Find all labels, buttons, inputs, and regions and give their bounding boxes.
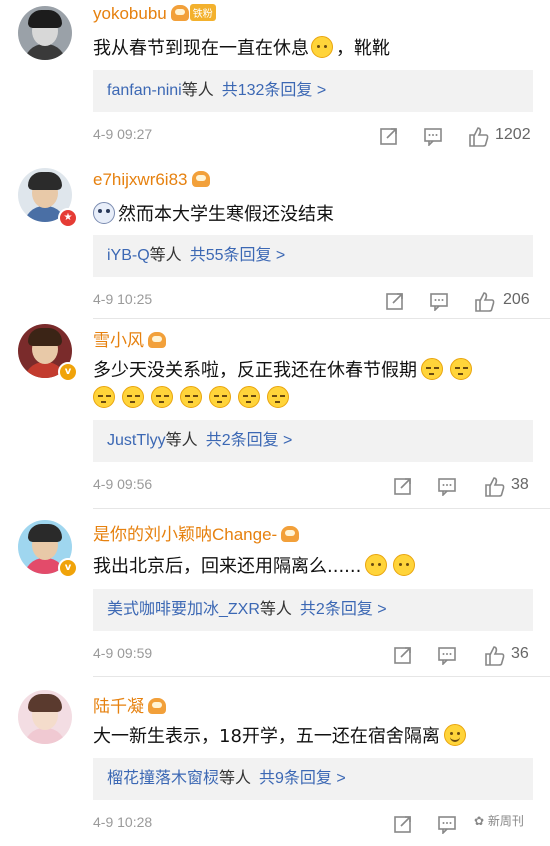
bored-emoji-icon <box>421 358 443 380</box>
timestamp: 4-9 10:25 <box>93 291 153 307</box>
comment-text: 多少天没关系啦，反正我还在休春节假期 <box>93 356 475 382</box>
like-count: 36 <box>511 645 529 662</box>
fan-badge: 铁粉 <box>189 4 216 21</box>
like-icon[interactable] <box>483 476 505 498</box>
comment-text: 大一新生表示，18开学，五一还在宿舍隔离 <box>93 722 469 748</box>
vip-crown-icon <box>148 698 166 714</box>
bored-emoji-icon <box>238 386 260 408</box>
reply-summary[interactable]: iYB-Q等人 共55条回复 > <box>93 235 533 277</box>
bored-emoji-icon <box>209 386 231 408</box>
face-emoji-icon <box>93 202 115 224</box>
thinking-emoji-icon <box>393 554 416 576</box>
username[interactable]: yokobubu 铁粉 <box>93 4 216 24</box>
verified-badge-icon: v <box>58 558 78 578</box>
reply-summary[interactable]: fanfan-nini等人 共132条回复 > <box>93 70 533 112</box>
username[interactable]: 陆千凝 <box>93 692 166 717</box>
like-icon[interactable] <box>467 126 489 148</box>
avatar[interactable] <box>18 6 72 60</box>
vip-crown-icon <box>148 332 166 348</box>
like-count: 1202 <box>495 126 531 143</box>
reply-summary[interactable]: 美式咖啡要加冰_ZXR等人 共2条回复 > <box>93 589 533 631</box>
timestamp: 4-9 09:59 <box>93 645 153 661</box>
timestamp: 4-9 09:27 <box>93 126 153 142</box>
bored-emoji-icon <box>267 386 289 408</box>
comment-text: 然而本大学生寒假还没结束 <box>93 200 334 226</box>
like-count: 206 <box>503 291 530 308</box>
divider <box>93 318 550 319</box>
repost-icon[interactable] <box>379 126 399 146</box>
comment-meta: 4-9 09:56 38 <box>93 476 533 498</box>
bored-emoji-icon <box>122 386 144 408</box>
username[interactable]: 雪小风 <box>93 326 166 351</box>
comment-meta: 4-9 09:27 1202 <box>93 126 533 148</box>
vip-crown-icon <box>191 171 210 187</box>
repost-icon[interactable] <box>393 814 413 834</box>
reply-summary[interactable]: JustTlyy等人 共2条回复 > <box>93 420 533 462</box>
verified-badge-icon: ★ <box>58 208 78 228</box>
timestamp: 4-9 10:28 <box>93 814 153 830</box>
wechat-icon: ✿ <box>474 814 485 828</box>
bored-emoji-icon <box>151 386 173 408</box>
emoji-row <box>93 386 296 409</box>
repost-icon[interactable] <box>393 476 413 496</box>
thinking-emoji-icon <box>365 554 388 576</box>
comment-meta: 4-9 10:28 <box>93 814 533 836</box>
username[interactable]: 是你的刘小颖呐Change- <box>93 520 300 545</box>
thinking-emoji-icon <box>311 36 333 58</box>
repost-icon[interactable] <box>385 291 405 311</box>
comment-icon[interactable] <box>437 645 457 665</box>
bored-emoji-icon <box>93 386 115 408</box>
like-icon[interactable] <box>483 645 505 667</box>
vip-crown-icon <box>170 5 189 21</box>
comment-text: 我从春节到现在一直在休息 ，靴靴 <box>93 36 390 59</box>
divider <box>93 676 550 677</box>
reply-summary[interactable]: 榴花撞落木窗棂等人 共9条回复 > <box>93 758 533 800</box>
like-icon[interactable] <box>473 291 495 313</box>
repost-icon[interactable] <box>393 645 413 665</box>
vip-crown-icon <box>281 526 300 542</box>
avatar[interactable] <box>18 690 72 744</box>
comment-icon[interactable] <box>429 291 449 311</box>
comment-icon[interactable] <box>423 126 443 146</box>
divider <box>93 508 550 509</box>
timestamp: 4-9 09:56 <box>93 476 153 492</box>
comment-icon[interactable] <box>437 476 457 496</box>
username[interactable]: e7hijxwr6i83 <box>93 170 210 190</box>
comment-meta: 4-9 09:59 36 <box>93 645 533 667</box>
smile-emoji-icon <box>443 724 466 746</box>
comment-meta: 4-9 10:25 206 <box>93 291 533 313</box>
comment-icon[interactable] <box>437 814 457 834</box>
bored-emoji-icon <box>180 386 202 408</box>
verified-badge-icon: v <box>58 362 78 382</box>
bored-emoji-icon <box>450 358 472 380</box>
watermark: ✿ 新周刊 <box>474 814 524 828</box>
comment-text: 我出北京后，回来还用隔离么...... <box>93 552 418 578</box>
like-count: 38 <box>511 476 529 493</box>
